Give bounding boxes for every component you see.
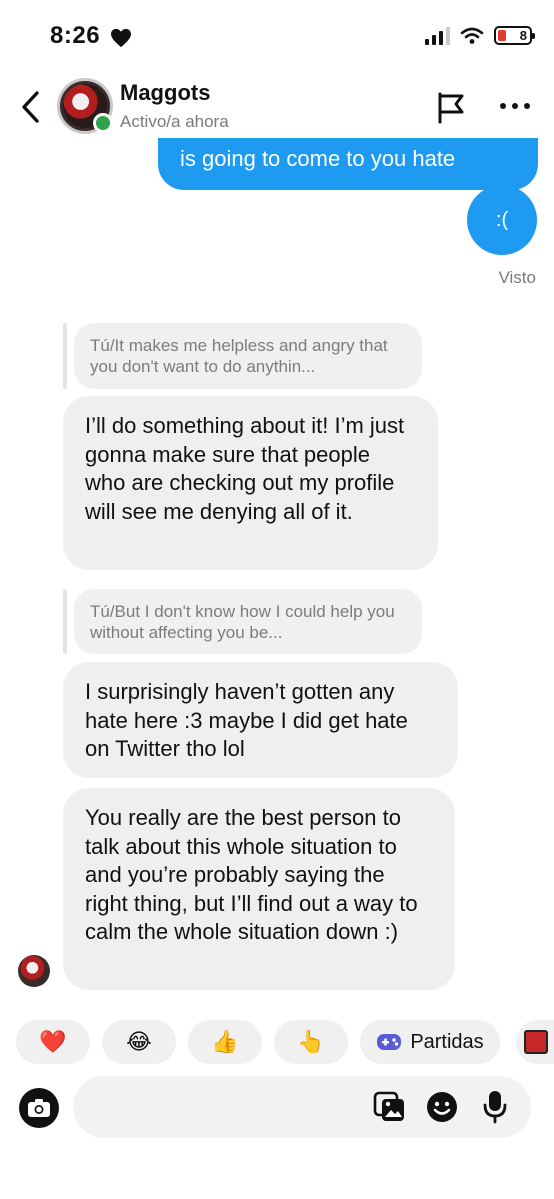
contact-avatar[interactable] (57, 78, 113, 134)
heart-emoji-icon: ❤️ (39, 1029, 67, 1054)
reaction-heart-chip[interactable]: ❤️ (16, 1020, 90, 1064)
reply-indicator-bar (63, 589, 67, 654)
incoming-message[interactable]: You really are the best person to talk a… (63, 788, 455, 990)
replied-message-preview[interactable]: Tú/It makes me helpless and angry that y… (74, 323, 422, 389)
battery-icon: 8 (494, 26, 535, 45)
heart-icon (111, 28, 131, 48)
laughing-emoji-icon: 😂 (126, 1029, 152, 1054)
wifi-icon (460, 27, 484, 44)
games-label: Partidas (410, 1030, 484, 1053)
battery-level: 8 (519, 28, 527, 43)
gamepad-icon (377, 1034, 402, 1050)
sender-avatar[interactable] (18, 955, 50, 987)
camera-button[interactable] (19, 1088, 59, 1128)
signal-icon (425, 26, 450, 45)
spider-sticker-icon (524, 1030, 548, 1054)
contact-name[interactable]: Maggots (120, 80, 210, 106)
outgoing-message[interactable]: is going to come to you hate (158, 138, 538, 190)
more-options-icon[interactable] (500, 103, 530, 109)
status-indicators: 8 (425, 26, 535, 45)
incoming-message[interactable]: I’ll do something about it! I’m just gon… (63, 396, 438, 570)
status-time: 8:26 (50, 22, 101, 49)
reaction-pointing-chip[interactable]: 👆 (274, 1020, 348, 1064)
camera-icon (28, 1099, 50, 1117)
message-composer[interactable] (73, 1076, 531, 1138)
outgoing-message[interactable]: :( (467, 185, 537, 255)
gallery-icon[interactable] (373, 1091, 407, 1123)
reaction-laugh-chip[interactable]: 😂 (102, 1020, 176, 1064)
online-indicator (93, 113, 113, 133)
reply-indicator-bar (63, 323, 67, 389)
quick-reactions-bar: ❤️ 😂 👍 👆 Partidas (16, 1020, 554, 1064)
message-input[interactable] (93, 1090, 363, 1124)
sticker-chip[interactable] (516, 1020, 554, 1064)
pointing-up-emoji-icon: 👆 (297, 1029, 325, 1054)
back-chevron-icon[interactable] (20, 90, 42, 124)
reaction-thumbs-up-chip[interactable]: 👍 (188, 1020, 262, 1064)
replied-message-preview[interactable]: Tú/But I don't know how I could help you… (74, 589, 422, 654)
seen-receipt: Visto (498, 268, 537, 287)
microphone-icon[interactable] (481, 1089, 509, 1125)
contact-status: Activo/a ahora (120, 112, 229, 131)
thumbs-up-emoji-icon: 👍 (211, 1029, 239, 1054)
sticker-smiley-icon[interactable] (425, 1090, 459, 1124)
chat-screen: 8:26 8 Maggots Activo/a ahora is going t… (0, 0, 554, 1199)
incoming-message[interactable]: I surprisingly haven’t gotten any hate h… (63, 662, 458, 778)
flag-icon[interactable] (436, 92, 466, 124)
games-chip[interactable]: Partidas (360, 1020, 500, 1064)
